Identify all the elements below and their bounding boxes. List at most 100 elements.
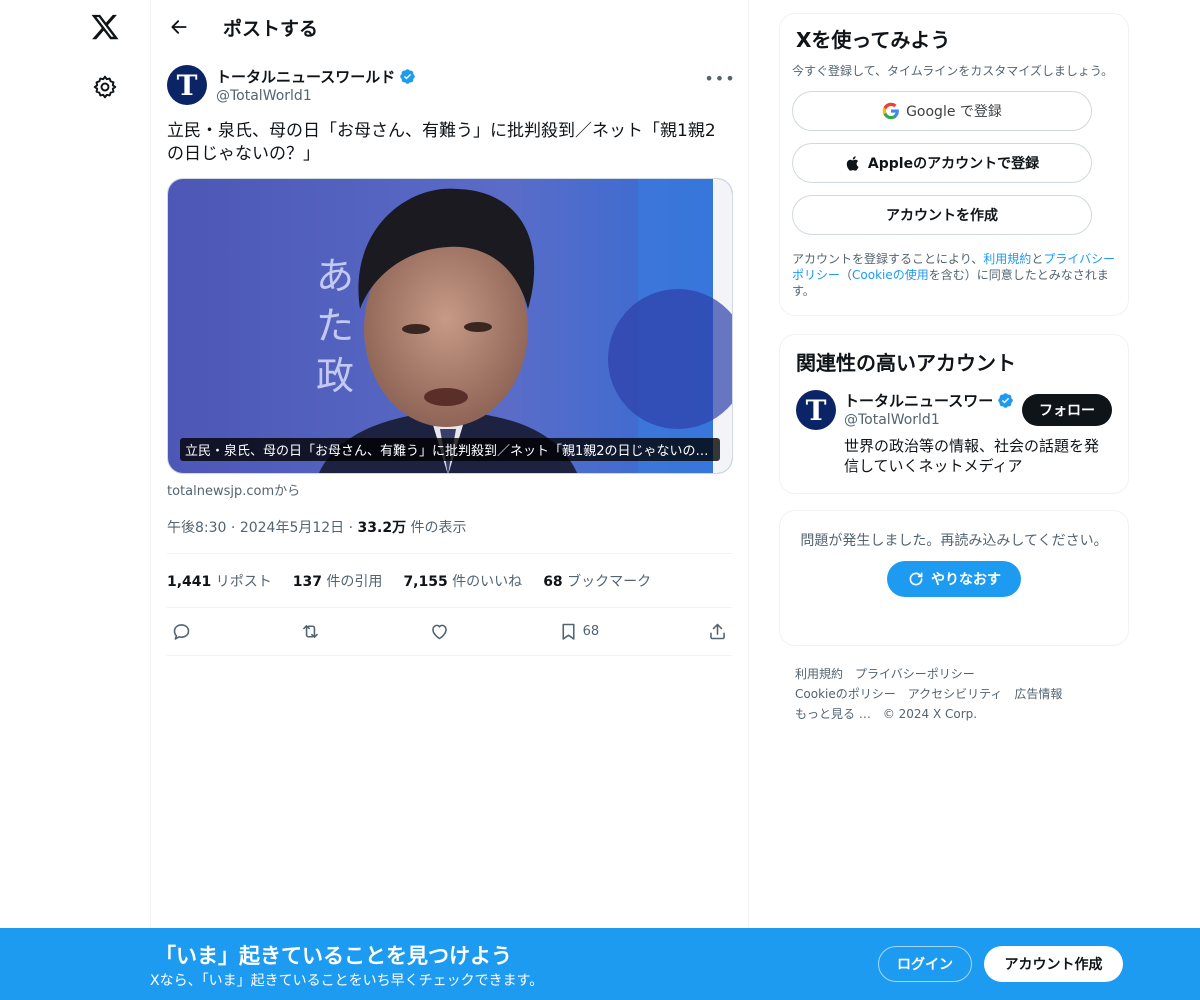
author-handle[interactable]: @TotalWorld1 bbox=[216, 88, 312, 104]
terms-link[interactable]: 利用規約 bbox=[983, 252, 1031, 266]
bookmarks-label: ブックマーク bbox=[562, 573, 652, 590]
tweet-meta: 午後8:30 · 2024年5月12日 · 33.2万 件の表示 bbox=[167, 517, 732, 554]
quotes-label: 件の引用 bbox=[321, 573, 383, 590]
back-arrow-icon bbox=[171, 20, 187, 34]
tweet-time[interactable]: 午後8:30 bbox=[167, 520, 226, 536]
reposts-stat[interactable]: 1,441 リポスト bbox=[167, 571, 272, 591]
footer-link-more[interactable]: もっと見る … bbox=[795, 707, 871, 721]
bookmark-icon bbox=[562, 623, 575, 640]
quotes-stat[interactable]: 137 件の引用 bbox=[293, 571, 383, 591]
x-logo-icon[interactable] bbox=[90, 12, 120, 42]
legal-and: と bbox=[1031, 252, 1044, 266]
likes-stat[interactable]: 7,155 件のいいね bbox=[403, 571, 522, 591]
footer-link-privacy[interactable]: プライバシーポリシー bbox=[855, 667, 975, 681]
svg-text:あ: あ bbox=[316, 254, 354, 298]
verified-badge-icon bbox=[400, 69, 416, 84]
verified-badge-icon bbox=[998, 393, 1014, 408]
views-count: 33.2万 bbox=[357, 520, 407, 536]
related-name[interactable]: トータルニュースワー bbox=[844, 390, 1014, 411]
related-name-text: トータルニュースワー bbox=[844, 392, 994, 410]
apple-signup-button[interactable]: Appleのアカウントで登録 bbox=[792, 143, 1092, 183]
main-column: ポストする T トータルニュースワールド @TotalWorld1 ••• 立民… bbox=[150, 0, 749, 1000]
share-icon bbox=[710, 623, 725, 640]
gear-icon[interactable] bbox=[92, 74, 118, 100]
refresh-icon bbox=[909, 572, 923, 586]
tweet-date[interactable]: 2024年5月12日 bbox=[240, 520, 344, 536]
reposts-count: 1,441 bbox=[167, 573, 212, 590]
reposts-label: リポスト bbox=[211, 573, 272, 590]
footer-link-ads[interactable]: 広告情報 bbox=[1014, 687, 1062, 701]
signup-card: Xを使ってみよう 今すぐ登録して、タイムラインをカスタマイズしましょう。 Goo… bbox=[779, 13, 1129, 316]
tweet-author: T トータルニュースワールド @TotalWorld1 ••• bbox=[151, 60, 748, 120]
action-bar: 68 bbox=[167, 608, 732, 656]
right-sidebar: Xを使ってみよう 今すぐ登録して、タイムラインをカスタマイズしましょう。 Goo… bbox=[779, 0, 1129, 724]
share-button[interactable] bbox=[707, 621, 728, 642]
create-account-label: アカウントを作成 bbox=[886, 208, 998, 224]
related-bio: 世界の政治等の情報、社会の話題を発信していくネットメディア bbox=[844, 437, 1100, 475]
source-link[interactable]: totalnewsjp.comから bbox=[167, 480, 732, 499]
error-message: 問題が発生しました。再読み込みしてください。 bbox=[800, 533, 1108, 549]
likes-label: 件のいいね bbox=[447, 573, 523, 590]
meta-dot: · bbox=[348, 520, 358, 536]
apple-signup-label: Appleのアカウントで登録 bbox=[867, 156, 1040, 172]
error-card: 問題が発生しました。再読み込みしてください。 やりなおす bbox=[779, 510, 1129, 646]
related-accounts-card: 関連性の高いアカウント T トータルニュースワー @TotalWorld1 フォ… bbox=[779, 334, 1129, 494]
more-button[interactable]: ••• bbox=[704, 64, 736, 92]
sidebar-footer: 利用規約 プライバシーポリシー Cookieのポリシー アクセシビリティ 広告情報 も… bbox=[779, 664, 1129, 724]
copyright: © 2024 X Corp. bbox=[882, 707, 978, 721]
footer-link-accessibility[interactable]: アクセシビリティ bbox=[908, 687, 1003, 701]
avatar[interactable]: T bbox=[167, 65, 207, 105]
apple-icon bbox=[846, 155, 859, 171]
bookmarks-stat[interactable]: 68 ブックマーク bbox=[543, 571, 651, 591]
left-rail bbox=[0, 0, 150, 1000]
like-icon bbox=[431, 624, 447, 640]
retry-label: やりなおす bbox=[931, 572, 1001, 588]
media-caption: 立民・泉氏、母の日「お母さん、有難う」に批判殺到／ネット「親1親2の日じゃないの… bbox=[180, 438, 720, 461]
footer-row: もっと見る … © 2024 X Corp. bbox=[795, 704, 1129, 724]
related-account-row[interactable]: T トータルニュースワー @TotalWorld1 フォロー 世界の政治等の情報… bbox=[796, 390, 1112, 480]
repost-button[interactable] bbox=[300, 621, 321, 642]
news-photo: あ た 政 bbox=[168, 179, 732, 473]
signup-button[interactable]: アカウント作成 bbox=[984, 946, 1123, 982]
back-button[interactable] bbox=[161, 9, 197, 45]
views-label: 件の表示 bbox=[406, 520, 467, 536]
legal-text: アカウントを登録することにより、利用規約とプライバシーポリシー（Cookieの使… bbox=[792, 251, 1116, 299]
retry-button[interactable]: やりなおす bbox=[887, 561, 1021, 597]
google-signup-label: Google で登録 bbox=[906, 104, 1002, 120]
media-image[interactable]: あ た 政 立民・泉氏、母の日「お母さん、有難う」に批判殺到／ネット「親1親2の… bbox=[167, 178, 733, 474]
quotes-count: 137 bbox=[292, 573, 322, 590]
like-button[interactable] bbox=[429, 621, 450, 642]
engagement-stats: 1,441 リポスト 137 件の引用 7,155 件のいいね 68 ブックマー… bbox=[167, 554, 732, 608]
meta-dot: · bbox=[230, 520, 240, 536]
signup-title: Xを使ってみよう bbox=[796, 28, 951, 52]
login-button[interactable]: ログイン bbox=[878, 946, 972, 982]
create-account-button[interactable]: アカウントを作成 bbox=[792, 195, 1092, 235]
avatar[interactable]: T bbox=[796, 390, 836, 430]
follow-button[interactable]: フォロー bbox=[1022, 394, 1112, 426]
footer-row: Cookieのポリシー アクセシビリティ 広告情報 bbox=[795, 684, 1129, 704]
more-icon: ••• bbox=[704, 68, 736, 88]
footer-link-terms[interactable]: 利用規約 bbox=[795, 667, 843, 681]
author-name[interactable]: トータルニュースワールド bbox=[216, 66, 416, 87]
footer-row: 利用規約 プライバシーポリシー bbox=[795, 664, 1129, 684]
svg-text:た: た bbox=[316, 304, 354, 348]
author-name-text: トータルニュースワールド bbox=[216, 68, 396, 86]
svg-text:政: 政 bbox=[316, 354, 354, 398]
bookmarks-count: 68 bbox=[543, 573, 563, 590]
bookmark-count: 68 bbox=[582, 624, 600, 639]
signup-subtitle: 今すぐ登録して、タイムラインをカスタマイズしましょう。 bbox=[792, 64, 1114, 78]
google-signup-button[interactable]: Google で登録 bbox=[792, 91, 1092, 131]
related-handle: @TotalWorld1 bbox=[844, 412, 940, 428]
bookmark-button[interactable]: 68 bbox=[558, 621, 600, 642]
banner-subtitle: Xなら、「いま」起きていることをいち早くチェックできます。 bbox=[150, 973, 544, 989]
cookie-link[interactable]: Cookieの使用 bbox=[852, 268, 929, 282]
signup-banner: 「いま」起きていることを見つけよう Xなら、「いま」起きていることをいち早くチェ… bbox=[0, 928, 1200, 1000]
likes-count: 7,155 bbox=[403, 573, 448, 590]
footer-link-cookie[interactable]: Cookieのポリシー bbox=[795, 687, 896, 701]
reply-button[interactable] bbox=[171, 621, 192, 642]
google-icon bbox=[882, 102, 899, 120]
reply-icon bbox=[173, 624, 190, 640]
banner-title: 「いま」起きていることを見つけよう bbox=[155, 944, 512, 968]
top-bar: ポストする bbox=[151, 0, 748, 54]
repost-icon bbox=[303, 625, 318, 638]
